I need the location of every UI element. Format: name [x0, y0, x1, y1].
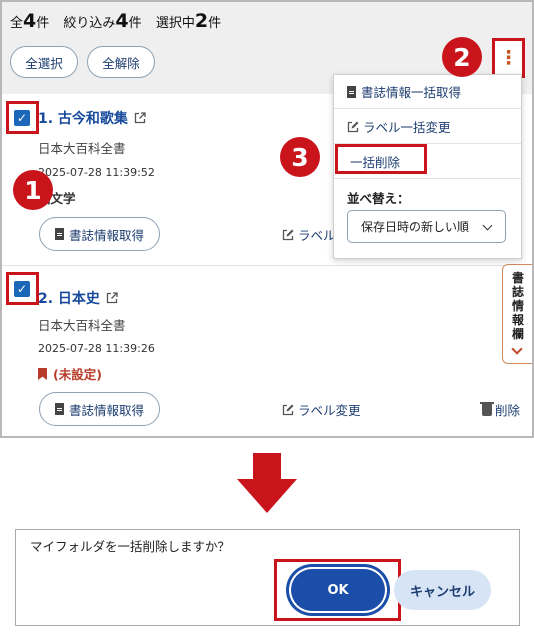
relabel-label: ラベル変更 — [298, 403, 361, 418]
item-date: 2025-07-28 11:39:26 — [38, 342, 155, 355]
fetch-button-label: 書誌情報取得 — [68, 402, 144, 418]
sort-select-value: 保存日時の新しい順 — [361, 220, 470, 234]
bulk-delete-highlight — [335, 144, 427, 174]
more-menu-button[interactable]: ⋮ — [492, 38, 525, 78]
item-checkbox[interactable]: ✓ — [14, 110, 30, 126]
checkbox-highlight: ✓ — [6, 272, 39, 305]
item-date: 2025-07-28 11:39:52 — [38, 166, 155, 179]
step-badge-2: 2 — [442, 37, 482, 77]
selected-count: 2 — [194, 10, 209, 32]
delete-label: 削除 — [495, 403, 521, 418]
step-badge-1: 1 — [13, 170, 53, 210]
item-title: 1. 古今和歌集 — [38, 111, 128, 127]
external-link-icon — [106, 292, 118, 304]
select-all-button[interactable]: 全選択 — [10, 46, 78, 78]
edit-icon — [282, 404, 294, 416]
down-arrow-icon — [237, 453, 297, 513]
total-count-suffix: 件 — [36, 16, 50, 31]
edit-icon — [282, 229, 294, 241]
trash-icon — [480, 402, 494, 416]
filtered-count-suffix: 件 — [128, 16, 142, 31]
cancel-button[interactable]: キャンセル — [394, 570, 491, 610]
menu-item-bulk-fetch[interactable]: 書誌情報一括取得 — [334, 75, 521, 109]
item-title: 2. 日本史 — [38, 291, 100, 307]
delete-link[interactable]: 削除 — [480, 400, 521, 419]
item-label: (未設定) — [38, 364, 102, 383]
filtered-count-prefix: 絞り込み — [63, 16, 116, 31]
menu-item-bulk-relabel[interactable]: ラベル一括変更 — [334, 110, 521, 144]
chevron-down-icon — [511, 343, 523, 355]
document-icon — [54, 228, 64, 240]
sort-label: 並べ替え： — [347, 191, 410, 206]
edit-icon — [347, 121, 359, 132]
count-summary: 全4件 絞り込み4件 選択中2件 — [10, 10, 231, 32]
external-link-icon — [134, 112, 146, 124]
deselect-all-button[interactable]: 全解除 — [87, 46, 155, 78]
menu-item-label: ラベル一括変更 — [363, 120, 451, 135]
fetch-bibliography-button[interactable]: 書誌情報取得 — [39, 217, 160, 251]
checkbox-highlight: ✓ — [6, 101, 39, 134]
kebab-icon: ⋮ — [499, 46, 518, 69]
item-title-link[interactable]: 1. 古今和歌集 — [38, 108, 146, 128]
menu-item-label: 書誌情報一括取得 — [361, 85, 462, 100]
chevron-down-icon — [482, 220, 493, 231]
item-title-link[interactable]: 2. 日本史 — [38, 288, 118, 308]
fetch-button-label: 書誌情報取得 — [68, 227, 144, 243]
bibliography-side-tab[interactable]: 書誌情報欄 — [502, 264, 532, 364]
side-tab-label: 書誌情報欄 — [511, 271, 524, 341]
fetch-bibliography-button[interactable]: 書誌情報取得 — [39, 392, 160, 426]
list-item: ✓ 2. 日本史 日本大百科全書 2025-07-28 11:39:26 (未設… — [2, 266, 532, 436]
filtered-count: 4 — [115, 10, 129, 32]
bookmark-icon — [38, 368, 47, 380]
step-badge-3: 3 — [280, 137, 320, 177]
ok-button[interactable]: OK — [289, 567, 387, 613]
sort-select[interactable]: 保存日時の新しい順 — [347, 210, 506, 243]
item-checkbox[interactable]: ✓ — [14, 281, 30, 297]
dialog-message: マイフォルダを一括削除しますか？ — [30, 539, 231, 554]
document-icon — [54, 403, 64, 415]
total-count-prefix: 全 — [10, 16, 24, 31]
item-series: 日本大百科全書 — [38, 141, 126, 156]
total-count: 4 — [23, 10, 37, 32]
relabel-link[interactable]: ラベル変更 — [282, 400, 361, 419]
selected-count-prefix: 選択中 — [155, 16, 195, 31]
item-label-text: (未設定) — [53, 367, 102, 382]
item-series: 日本大百科全書 — [38, 318, 126, 333]
selected-count-suffix: 件 — [208, 16, 222, 31]
document-icon — [347, 85, 356, 98]
